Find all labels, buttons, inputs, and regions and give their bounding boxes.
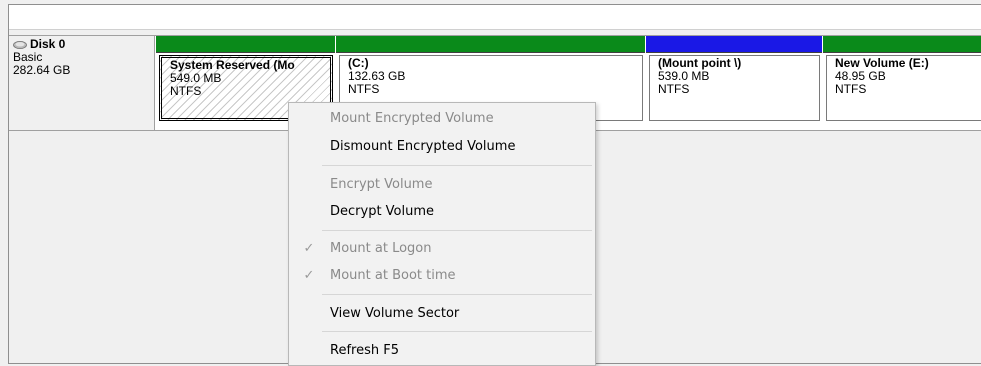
menu-item-encrypt-volume[interactable]: Encrypt Volume bbox=[289, 172, 595, 198]
menu-item-view-volume-sector[interactable]: View Volume Sector bbox=[289, 301, 595, 327]
disk-info-panel[interactable]: Disk 0 Basic 282.64 GB bbox=[9, 36, 155, 130]
partition-bar bbox=[336, 36, 645, 53]
menu-separator bbox=[322, 230, 592, 231]
partition-body[interactable]: (Mount point \) 539.0 MB NTFS bbox=[649, 55, 820, 121]
checkmark-icon: ✓ bbox=[303, 241, 315, 256]
partition-mount-point[interactable]: (Mount point \) 539.0 MB NTFS bbox=[645, 36, 822, 130]
menu-separator bbox=[322, 331, 592, 332]
menu-item-mount-at-boot-time[interactable]: ✓ Mount at Boot time bbox=[289, 263, 595, 289]
menu-item-mount-encrypted-volume[interactable]: Mount Encrypted Volume bbox=[289, 106, 595, 132]
menu-item-decrypt-volume[interactable]: Decrypt Volume bbox=[289, 199, 595, 225]
partition-bar bbox=[646, 36, 822, 53]
volume-list-area bbox=[9, 5, 981, 30]
menu-item-refresh[interactable]: Refresh F5 bbox=[289, 338, 595, 364]
partition-fs: NTFS bbox=[348, 82, 380, 96]
partition-e[interactable]: New Volume (E:) 48.95 GB NTFS bbox=[822, 36, 981, 130]
menu-separator bbox=[322, 165, 592, 166]
context-menu: Mount Encrypted Volume Dismount Encrypte… bbox=[288, 102, 596, 366]
partition-body[interactable]: New Volume (E:) 48.95 GB NTFS bbox=[826, 55, 981, 121]
checkmark-icon: ✓ bbox=[303, 268, 315, 283]
partition-bar bbox=[823, 36, 981, 53]
partition-fs: NTFS bbox=[835, 82, 867, 96]
partition-fs: NTFS bbox=[658, 82, 690, 96]
disk-drive-icon bbox=[13, 40, 27, 49]
partition-fs: NTFS bbox=[170, 84, 202, 98]
partition-bar bbox=[156, 36, 335, 53]
menu-item-mount-at-logon[interactable]: ✓ Mount at Logon bbox=[289, 236, 595, 262]
menu-separator bbox=[322, 294, 592, 295]
partition-size: 132.63 GB bbox=[348, 69, 406, 83]
menu-item-dismount-encrypted-volume[interactable]: Dismount Encrypted Volume bbox=[289, 134, 595, 160]
disk-size-label: 282.64 GB bbox=[13, 63, 71, 77]
